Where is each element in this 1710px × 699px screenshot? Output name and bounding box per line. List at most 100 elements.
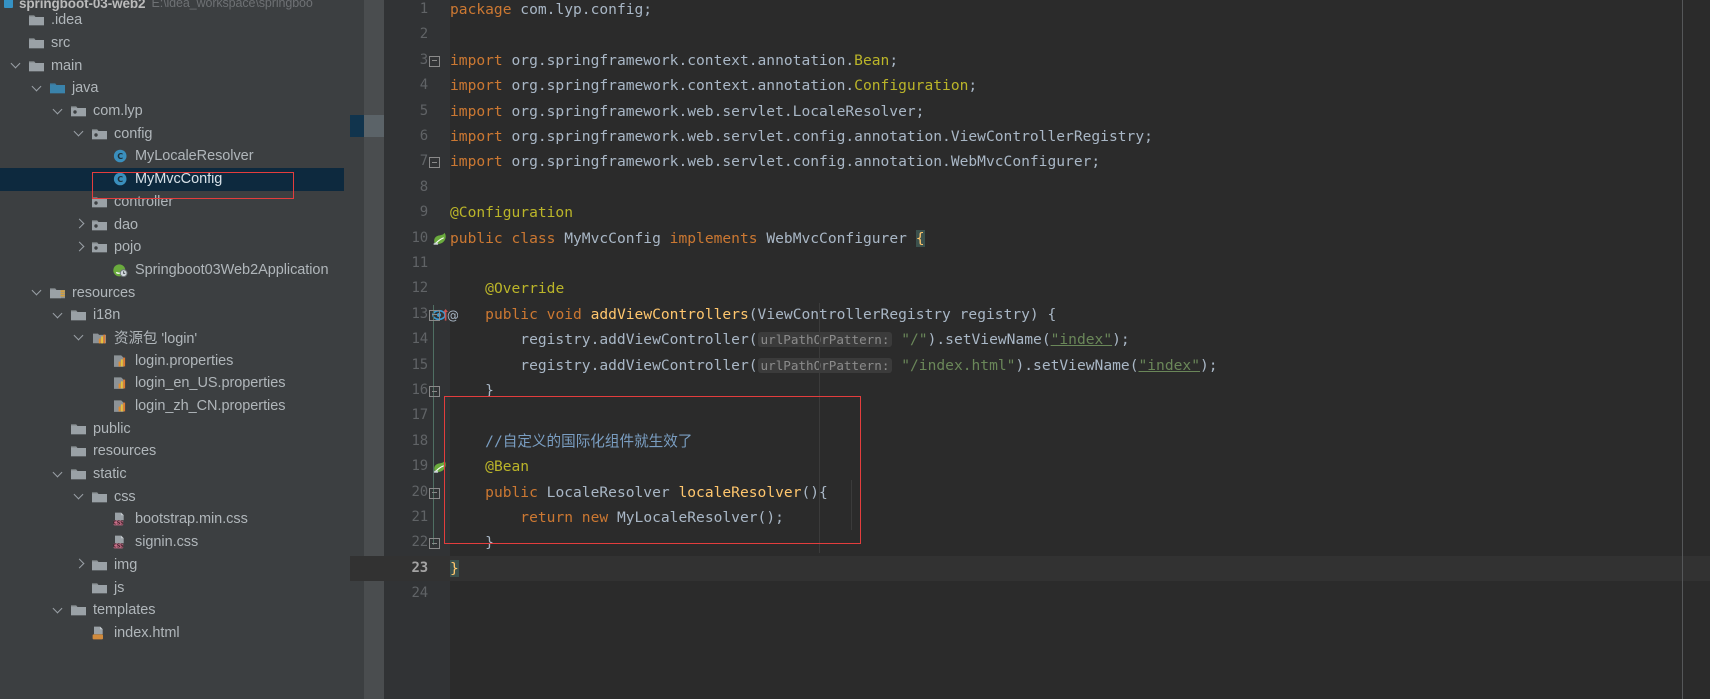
fold-marker-icon[interactable] — [429, 157, 440, 169]
code-text[interactable]: @Configuration — [450, 200, 573, 225]
tree-item-controller[interactable]: controller — [0, 191, 344, 214]
tree-item--idea[interactable]: .idea — [0, 9, 344, 32]
chevron-down-icon[interactable] — [54, 469, 65, 480]
tree-item-mylocaleresolver[interactable]: C MyLocaleResolver — [0, 145, 344, 168]
chevron-right-icon[interactable] — [75, 559, 86, 570]
tree-item-public[interactable]: public — [0, 417, 344, 440]
code-line[interactable]: 18 //自定义的国际化组件就生效了 — [350, 429, 1710, 454]
tree-item-index-html[interactable]: index.html — [0, 622, 344, 645]
java-class-icon: C — [112, 171, 129, 187]
code-line[interactable]: 2 — [350, 22, 1710, 47]
code-line[interactable]: 24 — [350, 581, 1710, 606]
tree-item--login-[interactable]: 资源包 'login' — [0, 327, 344, 350]
code-line[interactable]: 4 import org.springframework.context.anno… — [350, 73, 1710, 98]
code-line[interactable]: 5 import org.springframework.web.servlet.… — [350, 99, 1710, 124]
project-tool-window[interactable]: springboot-03-web2 E:\idea_workspace\spr… — [0, 0, 350, 699]
chevron-down-icon[interactable] — [75, 491, 86, 502]
css-file-icon: CSS — [112, 511, 129, 527]
fold-marker-icon[interactable] — [429, 55, 440, 67]
code-text[interactable]: } — [450, 530, 494, 555]
code-text[interactable]: registry.addViewController(urlPathOrPatt… — [450, 327, 1129, 352]
chevron-down-icon[interactable] — [75, 128, 86, 139]
code-line[interactable]: 16 } — [350, 378, 1710, 403]
tree-item-css[interactable]: css — [0, 485, 344, 508]
code-line[interactable]: 8 — [350, 175, 1710, 200]
fold-marker-icon[interactable] — [429, 309, 440, 321]
tree-item-springboot03web2application[interactable]: Springboot03Web2Application — [0, 259, 344, 282]
code-text[interactable]: public void addViewControllers(ViewContr… — [450, 302, 1056, 327]
code-line[interactable]: 19 @Bean — [350, 454, 1710, 479]
project-file-tree[interactable]: .idea src main java com.lyp config C MyLocaleRe… — [0, 9, 344, 644]
code-canvas[interactable]: 1 package com.lyp.config; 2 3 import org.spr… — [350, 0, 1710, 699]
code-line[interactable]: 22 } — [350, 530, 1710, 555]
code-text[interactable]: //自定义的国际化组件就生效了 — [450, 429, 692, 454]
code-line[interactable]: 20 public LocaleResolver localeResolver(… — [350, 480, 1710, 505]
tree-item-com-lyp[interactable]: com.lyp — [0, 100, 344, 123]
code-line[interactable]: 14 registry.addViewController(urlPathOrP… — [350, 327, 1710, 352]
tree-item-templates[interactable]: templates — [0, 599, 344, 622]
chevron-down-icon[interactable] — [33, 83, 44, 94]
code-line[interactable]: 6 import org.springframework.web.servlet.… — [350, 124, 1710, 149]
code-text[interactable]: package com.lyp.config; — [450, 0, 652, 22]
code-line[interactable]: 11 — [350, 251, 1710, 276]
tree-item-bootstrap-min-css[interactable]: CSS bootstrap.min.css — [0, 508, 344, 531]
chevron-down-icon[interactable] — [75, 332, 86, 343]
tree-item-mymvcconfig[interactable]: C MyMvcConfig — [0, 167, 344, 191]
code-line[interactable]: 12 @Override — [350, 276, 1710, 301]
code-text[interactable]: public class MyMvcConfig implements WebM… — [450, 226, 925, 251]
code-text[interactable]: @Bean — [450, 454, 529, 479]
tree-item-login_zh_cn-properties[interactable]: login_zh_CN.properties — [0, 395, 344, 418]
code-line[interactable]: 15 registry.addViewController(urlPathOrP… — [350, 353, 1710, 378]
tree-item-dao[interactable]: dao — [0, 213, 344, 236]
code-text[interactable]: import org.springframework.context.annot… — [450, 48, 898, 73]
code-text[interactable]: } — [450, 556, 459, 581]
code-text[interactable]: return new MyLocaleResolver(); — [450, 505, 784, 530]
tree-item-label: controller — [114, 193, 174, 210]
fold-marker-icon[interactable] — [429, 538, 440, 550]
code-line[interactable]: 10 public class MyMvcConfig implements We… — [350, 226, 1710, 251]
code-text[interactable]: import org.springframework.web.servlet.c… — [450, 124, 1153, 149]
tree-item-java[interactable]: java — [0, 77, 344, 100]
chevron-right-icon[interactable] — [75, 242, 86, 253]
code-text[interactable]: @Override — [450, 276, 564, 301]
tree-item-img[interactable]: img — [0, 554, 344, 577]
fold-marker-icon[interactable] — [429, 386, 440, 397]
svg-text:CSS: CSS — [113, 521, 124, 527]
tree-item-login_en_us-properties[interactable]: login_en_US.properties — [0, 372, 344, 395]
code-line[interactable]: 9 @Configuration — [350, 200, 1710, 225]
code-text[interactable]: import org.springframework.context.annot… — [450, 73, 977, 98]
tree-item-signin-css[interactable]: CSS signin.css — [0, 531, 344, 554]
code-text[interactable]: import org.springframework.web.servlet.c… — [450, 149, 1100, 174]
tree-item-pojo[interactable]: pojo — [0, 236, 344, 259]
tree-item-static[interactable]: static — [0, 463, 344, 486]
code-line[interactable]: 23} — [350, 555, 1710, 582]
chevron-down-icon[interactable] — [54, 605, 65, 616]
chevron-right-icon[interactable] — [75, 219, 86, 230]
code-text[interactable]: } — [450, 378, 494, 403]
code-line[interactable]: 17 — [350, 403, 1710, 428]
chevron-down-icon[interactable] — [12, 60, 23, 71]
code-editor[interactable]: @ 1 package com.lyp.config; 2 3 import org.s… — [350, 0, 1710, 699]
code-line[interactable]: 13 public void addViewControllers(ViewCo… — [350, 302, 1710, 327]
code-text[interactable]: import org.springframework.web.servlet.L… — [450, 99, 924, 124]
tree-item-resources[interactable]: resources — [0, 281, 344, 304]
chevron-down-icon[interactable] — [54, 310, 65, 321]
code-line[interactable]: 7 import org.springframework.web.servlet.… — [350, 149, 1710, 174]
tree-item-i18n[interactable]: i18n — [0, 304, 344, 327]
tree-item-src[interactable]: src — [0, 32, 344, 55]
code-line[interactable]: 3 import org.springframework.context.anno… — [350, 48, 1710, 73]
code-text[interactable]: registry.addViewController(urlPathOrPatt… — [450, 353, 1217, 378]
tree-item-resources[interactable]: resources — [0, 440, 344, 463]
tree-item-main[interactable]: main — [0, 54, 344, 77]
tree-item-login-properties[interactable]: login.properties — [0, 349, 344, 372]
chevron-down-icon[interactable] — [33, 287, 44, 298]
tree-item-js[interactable]: js — [0, 576, 344, 599]
code-text[interactable]: public LocaleResolver localeResolver(){ — [450, 480, 828, 505]
tree-item-config[interactable]: config — [0, 122, 344, 145]
code-line[interactable]: 21 return new MyLocaleResolver(); — [350, 505, 1710, 530]
code-line[interactable]: 1 package com.lyp.config; — [350, 0, 1710, 22]
chevron-down-icon[interactable] — [54, 106, 65, 117]
fold-marker-icon[interactable] — [429, 487, 440, 499]
